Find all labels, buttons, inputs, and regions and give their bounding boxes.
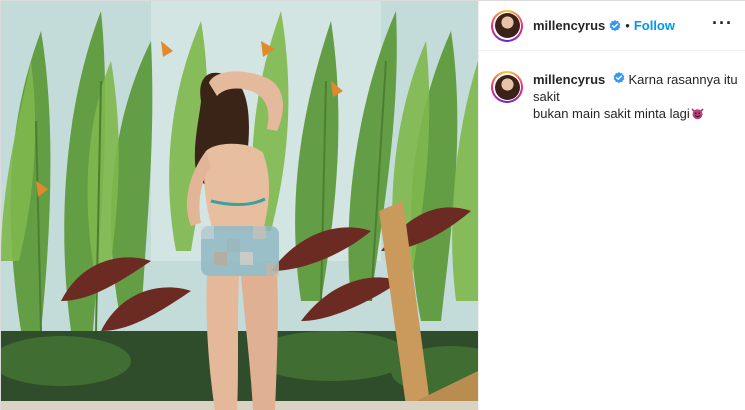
header-username[interactable]: millencyrus xyxy=(533,18,605,33)
caption-avatar-image xyxy=(494,74,520,100)
header-separator: • xyxy=(625,18,630,33)
caption-verified-badge-icon xyxy=(613,72,625,84)
post-header: millencyrus • Follow ··· xyxy=(479,1,745,51)
avatar-border xyxy=(493,11,521,40)
avatar[interactable] xyxy=(491,9,523,42)
post-photo[interactable] xyxy=(1,1,478,410)
verified-badge-icon xyxy=(609,19,621,32)
photo-scene xyxy=(1,1,478,410)
more-options-icon[interactable]: ··· xyxy=(712,14,733,32)
caption-text: millencyrus Karna rasannya itu sakit buk… xyxy=(533,71,741,122)
avatar-image xyxy=(494,13,520,38)
caption-avatar-border xyxy=(493,73,521,101)
caption-line-2: bukan main sakit minta lagi xyxy=(533,106,690,121)
caption-avatar[interactable] xyxy=(491,71,523,103)
instagram-post: millencyrus • Follow ··· millencyrus Kar… xyxy=(0,0,745,410)
follow-button[interactable]: Follow xyxy=(634,18,675,33)
post-caption: millencyrus Karna rasannya itu sakit buk… xyxy=(491,71,741,122)
caption-username[interactable]: millencyrus xyxy=(533,72,605,87)
smiling-devil-icon xyxy=(691,107,704,120)
post-sidebar: millencyrus • Follow ··· millencyrus Kar… xyxy=(478,1,745,410)
